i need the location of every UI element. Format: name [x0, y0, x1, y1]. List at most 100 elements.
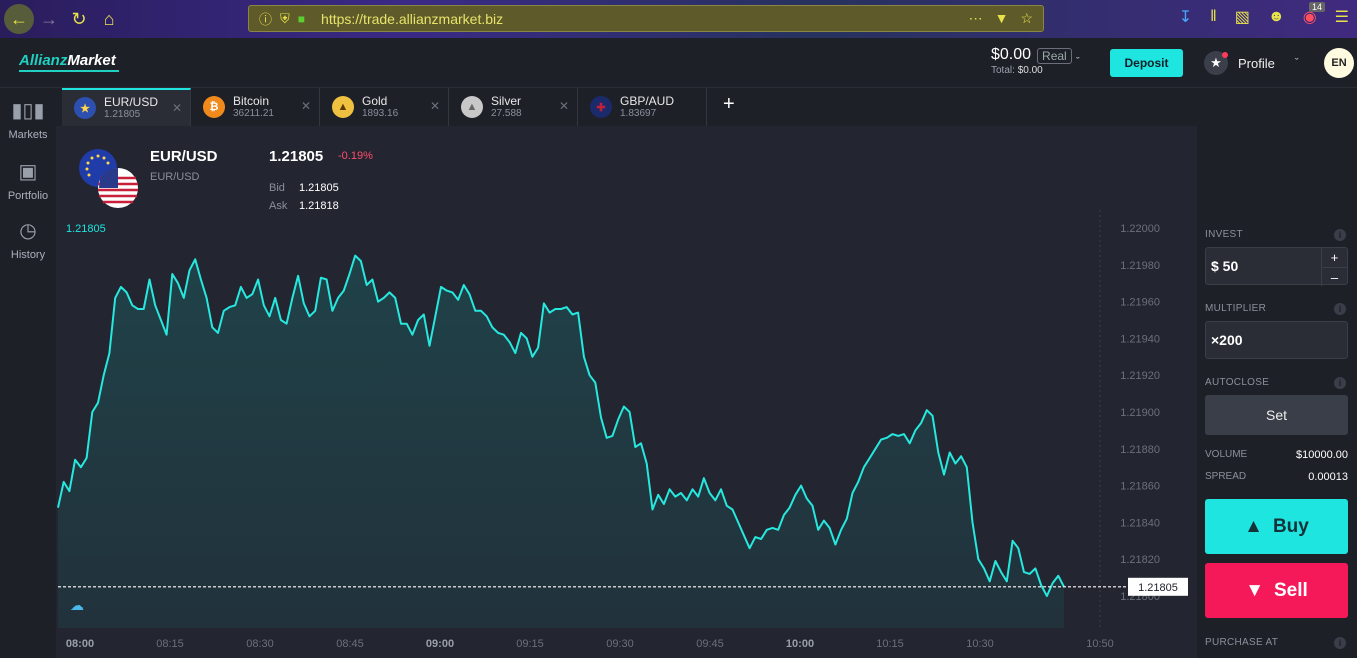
y-tick-label: 1.21980 [1120, 260, 1160, 272]
library-icon[interactable]: ‖ [1210, 8, 1217, 26]
pocket-icon[interactable]: ▼ [995, 10, 1009, 27]
y-tick-label: 1.21940 [1120, 333, 1160, 345]
deposit-button[interactable]: Deposit [1110, 49, 1183, 77]
language-button[interactable]: EN [1324, 48, 1354, 78]
y-tick-label: 1.21960 [1120, 297, 1160, 309]
eu-us-flag-icon [79, 149, 138, 208]
x-tick-label: 09:30 [606, 638, 634, 650]
account-icon[interactable]: ☻ [1268, 8, 1285, 26]
chevron-down-icon: ▼ [1245, 579, 1264, 601]
x-tick-label: 09:00 [426, 638, 454, 650]
address-bar[interactable]: ⓘ ⛨ ■ https://trade.allianzmarket.biz ⋯ … [248, 5, 1044, 32]
volume-row: VOLUME $10000.00 [1205, 449, 1348, 461]
x-tick-label: 10:00 [786, 638, 814, 650]
sidebar-item-markets[interactable]: ▮▯▮ Markets [0, 98, 56, 141]
y-tick-label: 1.22000 [1120, 223, 1160, 235]
cloud-icon: ☁ [70, 597, 84, 613]
menu-icon[interactable]: ☰ [1335, 7, 1349, 27]
current-price-label: 1.21805 [1138, 582, 1178, 594]
x-tick-label: 09:15 [516, 638, 544, 650]
add-tab-plus-icon[interactable]: + [723, 93, 735, 116]
close-icon[interactable]: ✕ [172, 101, 182, 115]
sell-button[interactable]: ▼ Sell [1205, 563, 1348, 618]
sidebar-item-label: History [10, 249, 46, 261]
tab-gbp-aud[interactable]: ✚ GBP/AUD 1.83697 [578, 88, 707, 126]
invest-minus-button[interactable]: – [1321, 267, 1347, 286]
info-icon[interactable]: i [1334, 229, 1346, 241]
eu-us-flag-icon: ★ [74, 97, 96, 119]
left-sidebar: ▮▯▮ Markets ▣ Portfolio ◷ History [0, 88, 56, 658]
app-header: AllianzMarket $0.00 Real Total: $0.00 ˇ D… [0, 38, 1357, 88]
bookmark-star-icon[interactable]: ☆ [1020, 10, 1033, 27]
invest-plus-button[interactable]: + [1321, 248, 1347, 267]
close-icon[interactable]: ✕ [559, 99, 569, 113]
clock-icon: ◷ [19, 220, 37, 242]
shield-icon[interactable]: ⛨ [280, 11, 290, 27]
logo[interactable]: AllianzMarket [19, 52, 116, 69]
browser-toolbar: ← → ↻ ⌂ ⓘ ⛨ ■ https://trade.allianzmarke… [0, 0, 1357, 38]
balance-display[interactable]: $0.00 Real Total: $0.00 [991, 46, 1072, 76]
chevron-down-icon: ˇ [1294, 57, 1299, 69]
total-balance: Total: $0.00 [991, 65, 1043, 76]
briefcase-icon: ▣ [18, 161, 38, 183]
y-tick-label: 1.21860 [1120, 481, 1160, 493]
price-change: -0.19% [338, 150, 373, 162]
current-price: 1.21805 [269, 148, 324, 165]
set-autoclose-button[interactable]: Set [1205, 395, 1348, 435]
info-icon[interactable]: ⓘ [259, 9, 272, 28]
chevron-up-icon: ▲ [1244, 515, 1263, 537]
autoclose-label: AUTOCLOSE [1205, 377, 1270, 388]
x-tick-label: 09:45 [696, 638, 724, 650]
sidebar-item-portfolio[interactable]: ▣ Portfolio [0, 159, 56, 202]
y-tick-label: 1.21840 [1120, 517, 1160, 529]
close-icon[interactable]: ✕ [301, 99, 311, 113]
sidebar-toggle-icon[interactable]: ▧ [1235, 7, 1250, 27]
balance-amount: $0.00 [991, 46, 1032, 63]
tab-eur-usd[interactable]: ★ EUR/USD 1.21805 ✕ [62, 88, 191, 126]
spread-row: SPREAD 0.00013 [1205, 471, 1348, 483]
candlestick-icon: ▮▯▮ [11, 100, 45, 122]
x-tick-label: 08:15 [156, 638, 184, 650]
y-tick-label: 1.21900 [1120, 407, 1160, 419]
tab-bitcoin[interactable]: ₿ Bitcoin 36211.21 ✕ [191, 88, 320, 126]
purchase-at-label: PURCHASE AT [1205, 637, 1279, 648]
buy-button[interactable]: ▲ Buy [1205, 499, 1348, 554]
profile-menu[interactable]: ★ Profile ˇ [1204, 51, 1299, 75]
sidebar-item-label: Portfolio [7, 190, 49, 202]
instrument-title: EUR/USD [150, 148, 218, 165]
notification-badge: 14 [1308, 2, 1325, 12]
info-icon[interactable]: i [1334, 637, 1346, 649]
lock-icon: ■ [297, 11, 306, 26]
tab-gold[interactable]: ▲ Gold 1893.16 ✕ [320, 88, 449, 126]
multiplier-label: MULTIPLIER [1205, 303, 1267, 314]
page-actions-icon[interactable]: ⋯ [969, 10, 983, 27]
gold-icon: ▲ [332, 96, 354, 118]
bid-value: 1.21805 [299, 182, 339, 194]
chevron-down-icon[interactable]: ˇ [1076, 56, 1080, 68]
logo-underline [19, 70, 119, 72]
x-tick-label: 10:15 [876, 638, 904, 650]
silver-icon: ▲ [461, 96, 483, 118]
gb-au-flag-icon: ✚ [590, 96, 612, 118]
invest-label: INVEST [1205, 229, 1243, 240]
price-chart[interactable]: 1.22000 1.21980 1.21960 1.21940 1.21920 1.219… [56, 210, 1197, 658]
x-tick-label: 08:45 [336, 638, 364, 650]
info-icon[interactable]: i [1334, 303, 1346, 315]
multiplier-input[interactable]: ×200 [1205, 321, 1348, 359]
bitcoin-icon: ₿ [203, 96, 225, 118]
account-type-badge: Real [1037, 48, 1072, 64]
url-text[interactable]: https://trade.allianzmarket.biz [321, 11, 503, 27]
y-tick-label: 1.21820 [1120, 554, 1160, 566]
info-icon[interactable]: i [1334, 377, 1346, 389]
asset-tabs: ★ EUR/USD 1.21805 ✕ ₿ Bitcoin 36211.21 ✕ ▲… [62, 88, 707, 126]
close-icon[interactable]: ✕ [430, 99, 440, 113]
back-arrow-icon[interactable]: ← [4, 4, 34, 34]
x-tick-label: 08:30 [246, 638, 274, 650]
tab-silver[interactable]: ▲ Silver 27.588 ✕ [449, 88, 578, 126]
profile-label: Profile [1238, 55, 1275, 71]
forward-arrow-icon[interactable]: → [34, 4, 64, 34]
reload-icon[interactable]: ↻ [64, 4, 94, 34]
download-icon[interactable]: ↧ [1179, 7, 1192, 27]
home-icon[interactable]: ⌂ [94, 4, 124, 34]
sidebar-item-history[interactable]: ◷ History [0, 218, 56, 261]
